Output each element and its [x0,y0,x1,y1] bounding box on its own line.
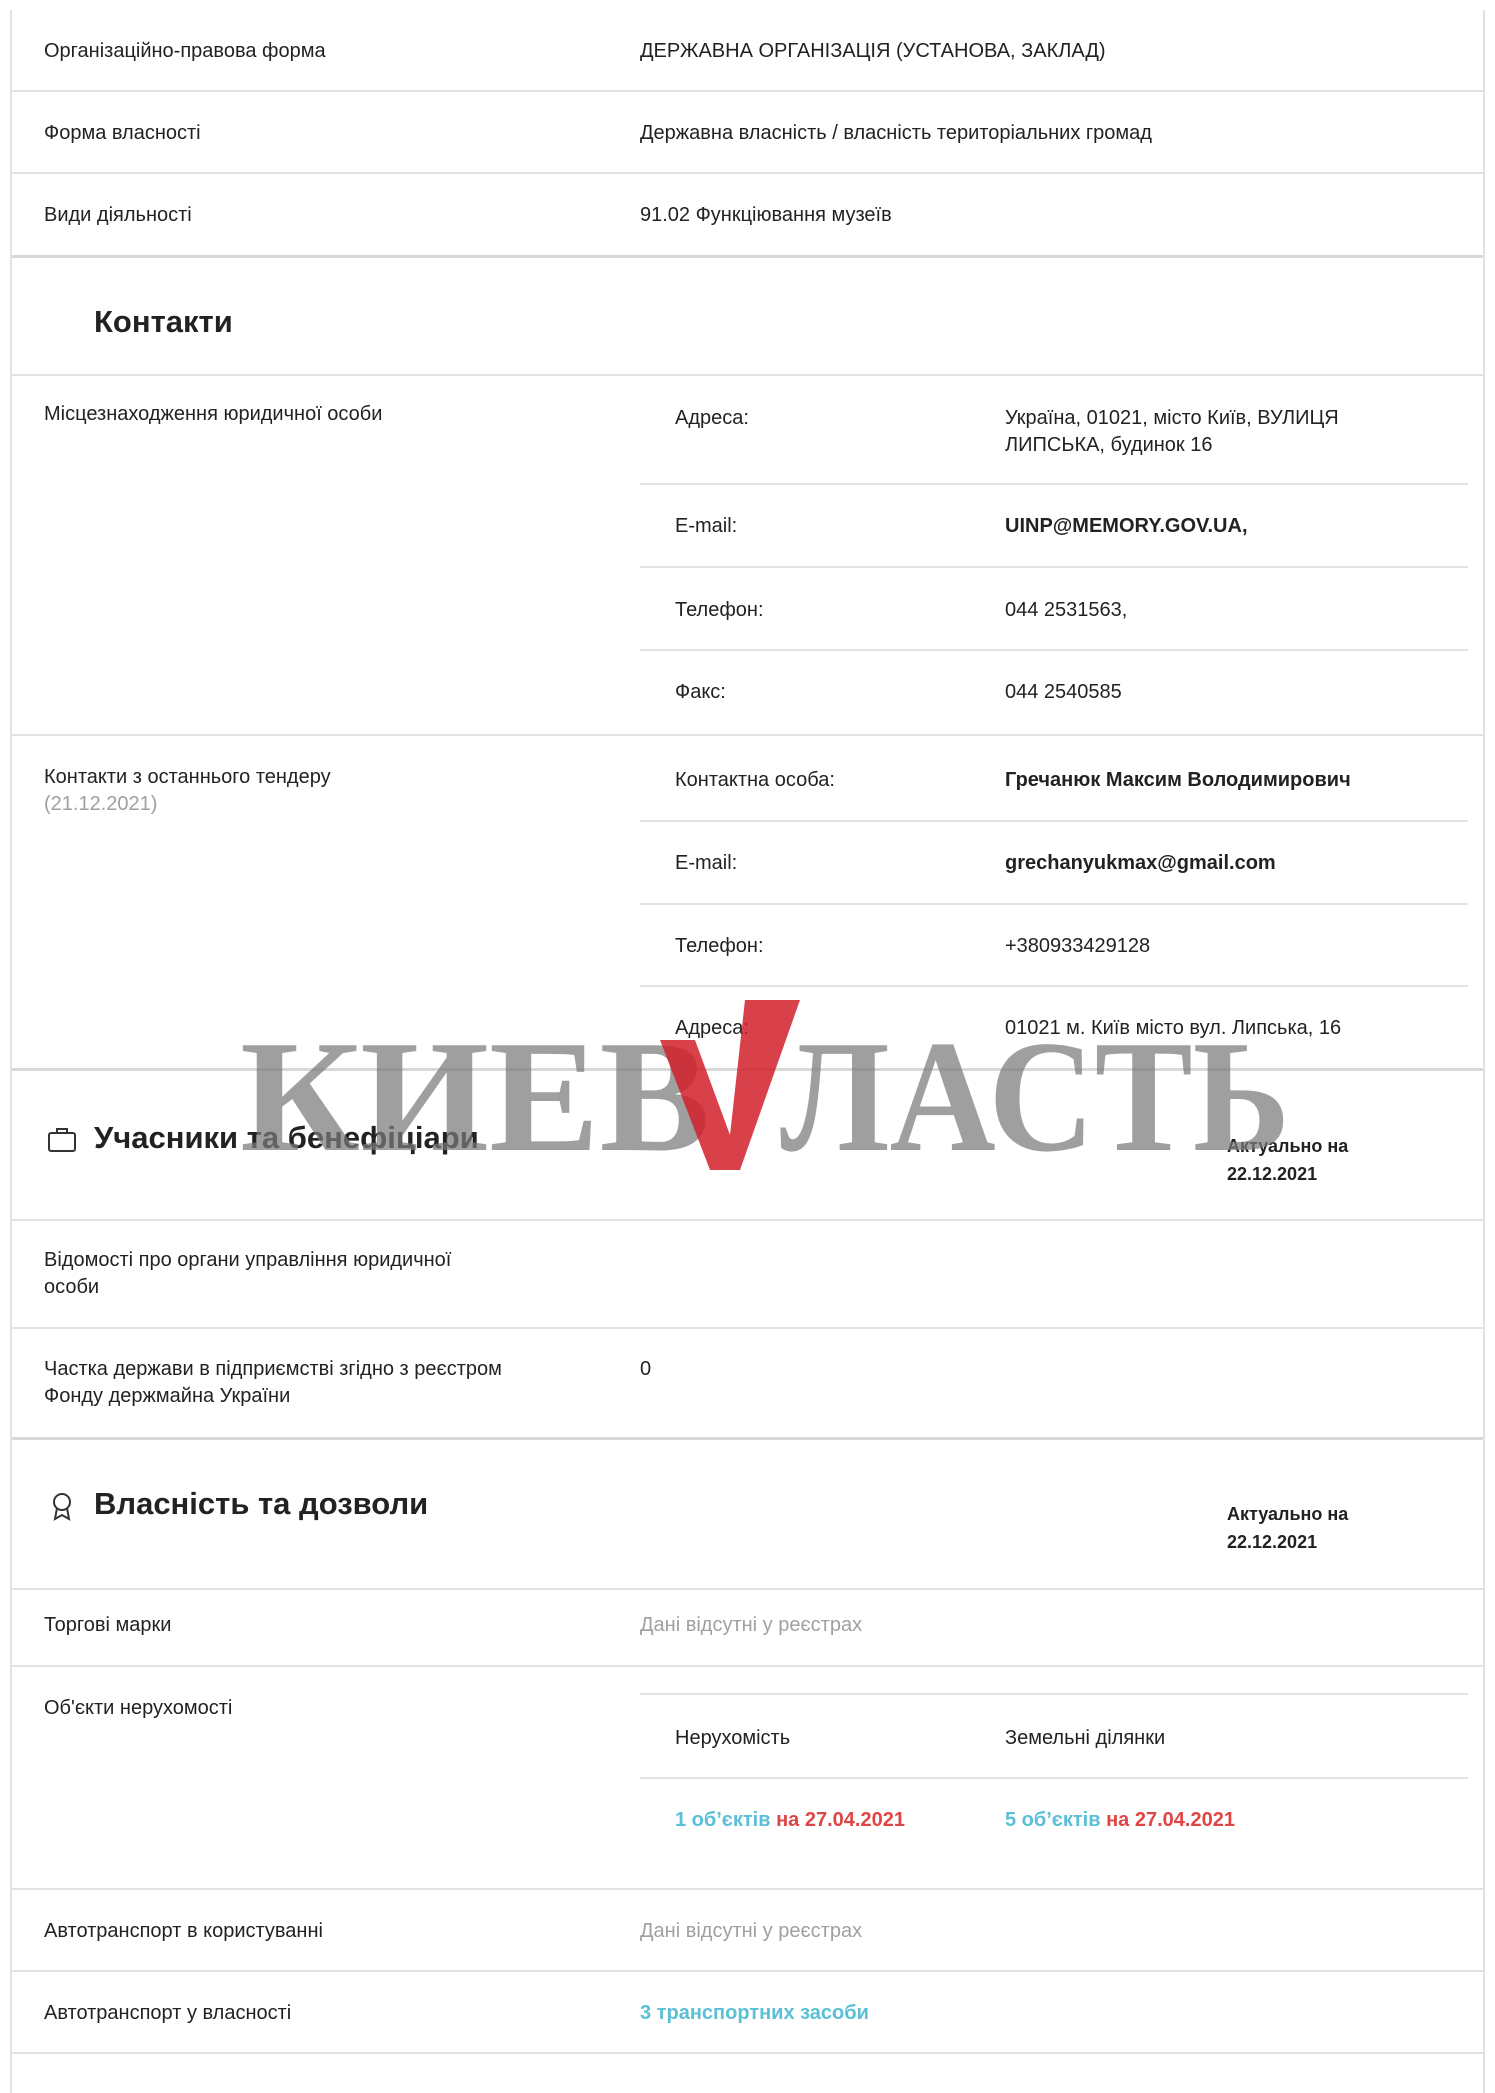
trademarks-label: Торгові марки [44,1614,172,1636]
tender-email-key: E-mail: [675,852,738,874]
phone-divider [640,649,1468,651]
property-actual-date: 22.12.2021 [1227,1532,1318,1552]
tender-label: Контакти з останнього тендеру [44,766,331,788]
phone-value: 044 2531563, [1005,599,1128,621]
realty-count1[interactable]: 1 об’єктів на 27.04.2021 [675,1806,905,1834]
location-label: Місцезнаходження юридичної особи [44,403,383,425]
realty-count2-link[interactable]: 5 об’єктів [1005,1809,1101,1831]
vehicles-use-label: Автотранспорт в користуванні [44,1920,323,1942]
share-label-line2: Фонду держмайна України [44,1385,291,1407]
realty-row-divider [12,1888,1483,1890]
email-divider [640,566,1468,568]
vehicles-use-row-divider [12,1970,1483,1972]
realty-top-divider [640,1693,1468,1695]
svg-text:ЛАСТЬ: ЛАСТЬ [780,1007,1290,1175]
vehicles-own-label: Автотранспорт у власності [44,2002,292,2024]
trademarks-value: Дані відсутні у реєстрах [640,1614,863,1636]
tender-phone-divider [640,985,1468,987]
email-link[interactable]: UINP@MEMORY.GOV.UA, [1005,512,1248,540]
realty-col2-header: Земельні ділянки [1005,1727,1166,1749]
property-title: Власність та дозволи [94,1486,429,1521]
briefcase-icon [48,1128,76,1152]
address-key: Адреса: [675,407,749,429]
trademarks-row-divider [12,1665,1483,1667]
fax-value: 044 2540585 [1005,681,1122,703]
ownership-label: Форма власності [44,122,201,144]
share-value: 0 [640,1358,652,1380]
activity-label: Види діяльності [44,204,192,226]
person-link[interactable]: Гречанюк Максим Володимирович [1005,766,1351,794]
tender-email-link[interactable]: grechanyukmax@gmail.com [1005,849,1276,877]
vehicles-use-value: Дані відсутні у реєстрах [640,1920,863,1942]
tender-phone-value: +380933429128 [1005,935,1151,957]
property-actual-label: Актуально на [1227,1504,1349,1524]
location-row-divider [12,734,1483,736]
award-icon [53,1493,71,1521]
phone-key: Телефон: [675,599,764,621]
svg-text:КИЕВ: КИЕВ [240,1007,710,1175]
realty-count1-link[interactable]: 1 об’єктів [675,1809,771,1831]
mgmt-label-line1: Відомості про органи управління юридично… [44,1249,452,1271]
realty-mid-divider [640,1777,1468,1779]
tender-email-divider [640,903,1468,905]
realty-date2: на 27.04.2021 [1106,1809,1235,1831]
vehicles-own-row-divider [12,2052,1483,2054]
mgmt-row-divider [12,1327,1483,1329]
contacts-title: Контакти [94,304,233,339]
share-label-line1: Частка держави в підприємстві згідно з р… [44,1358,502,1380]
activity-value: 91.02 Функціювання музеїв [640,204,892,226]
vehicles-own-link[interactable]: 3 транспортних засоби [640,1999,869,2027]
watermark-logo: КИЕВ ЛАСТЬ [240,1000,1290,1175]
person-key: Контактна особа: [675,769,835,791]
address-divider [640,483,1468,485]
tender-date: (21.12.2021) [44,793,158,815]
realty-date1: на 27.04.2021 [776,1809,905,1831]
realty-label: Об'єкти нерухомості [44,1697,233,1719]
address-value-line2: ЛИПСЬКА, будинок 16 [1005,434,1213,456]
org-form-value: ДЕРЖАВНА ОРГАНІЗАЦІЯ (УСТАНОВА, ЗАКЛАД) [640,40,1106,62]
realty-col1-header: Нерухомість [675,1727,791,1749]
address-value-line1: Україна, 01021, місто Київ, ВУЛИЦЯ [1005,407,1339,429]
tender-phone-key: Телефон: [675,935,764,957]
email-key: E-mail: [675,515,738,537]
person-divider [640,820,1468,822]
org-form-label: Організаційно-правова форма [44,40,326,62]
realty-count2[interactable]: 5 об’єктів на 27.04.2021 [1005,1806,1235,1834]
mgmt-label-line2: особи [44,1276,100,1298]
ownership-value: Державна власність / власність територіа… [640,122,1152,144]
fax-key: Факс: [675,681,726,703]
